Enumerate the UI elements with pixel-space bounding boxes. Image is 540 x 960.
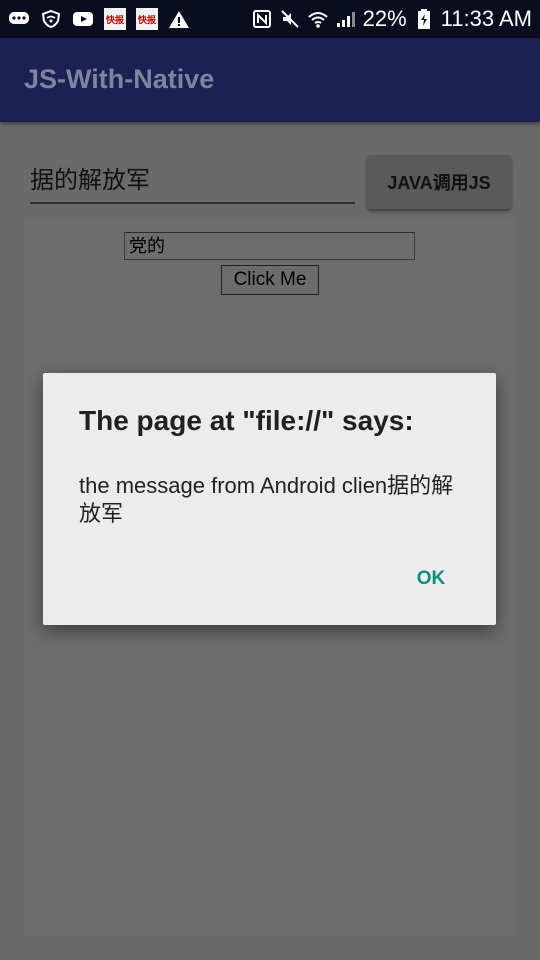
nfc-icon <box>251 8 273 30</box>
news-app-icon: 快报 <box>104 8 126 30</box>
native-text-input-value: 据的解放军 <box>30 166 150 194</box>
dialog-title: The page at "file://" says: <box>79 405 414 436</box>
java-call-js-button[interactable]: JAVA调用JS <box>367 155 511 209</box>
battery-percent: 22% <box>362 6 407 31</box>
status-bar: 快报 快报 22% 11:33 AM <box>0 0 540 38</box>
battery-icon <box>413 8 435 30</box>
alert-dialog: The page at "file://" says: the message … <box>43 373 496 625</box>
wifi-icon <box>307 8 329 30</box>
app-bar: JS-With-Native <box>0 38 540 122</box>
signal-icon <box>335 8 357 30</box>
web-text-input[interactable]: 党的 <box>124 232 415 260</box>
mute-icon <box>279 8 301 30</box>
app-title: JS-With-Native <box>24 64 215 94</box>
click-me-button[interactable]: Click Me <box>221 265 319 295</box>
ok-button[interactable]: OK <box>403 563 459 595</box>
clock: 11:33 AM <box>440 6 532 31</box>
native-text-input[interactable]: 据的解放军 <box>30 160 355 204</box>
status-left-icons: 快报 快报 <box>8 8 190 30</box>
news-app-icon-2: 快报 <box>136 8 158 30</box>
warning-icon <box>168 8 190 30</box>
youtube-icon <box>72 8 94 30</box>
chat-bubble-icon <box>8 8 30 30</box>
status-right-icons: 22% 11:33 AM <box>251 6 532 32</box>
dialog-message: the message from Android clien据的解放军 <box>79 473 454 526</box>
shield-wifi-icon <box>40 8 62 30</box>
